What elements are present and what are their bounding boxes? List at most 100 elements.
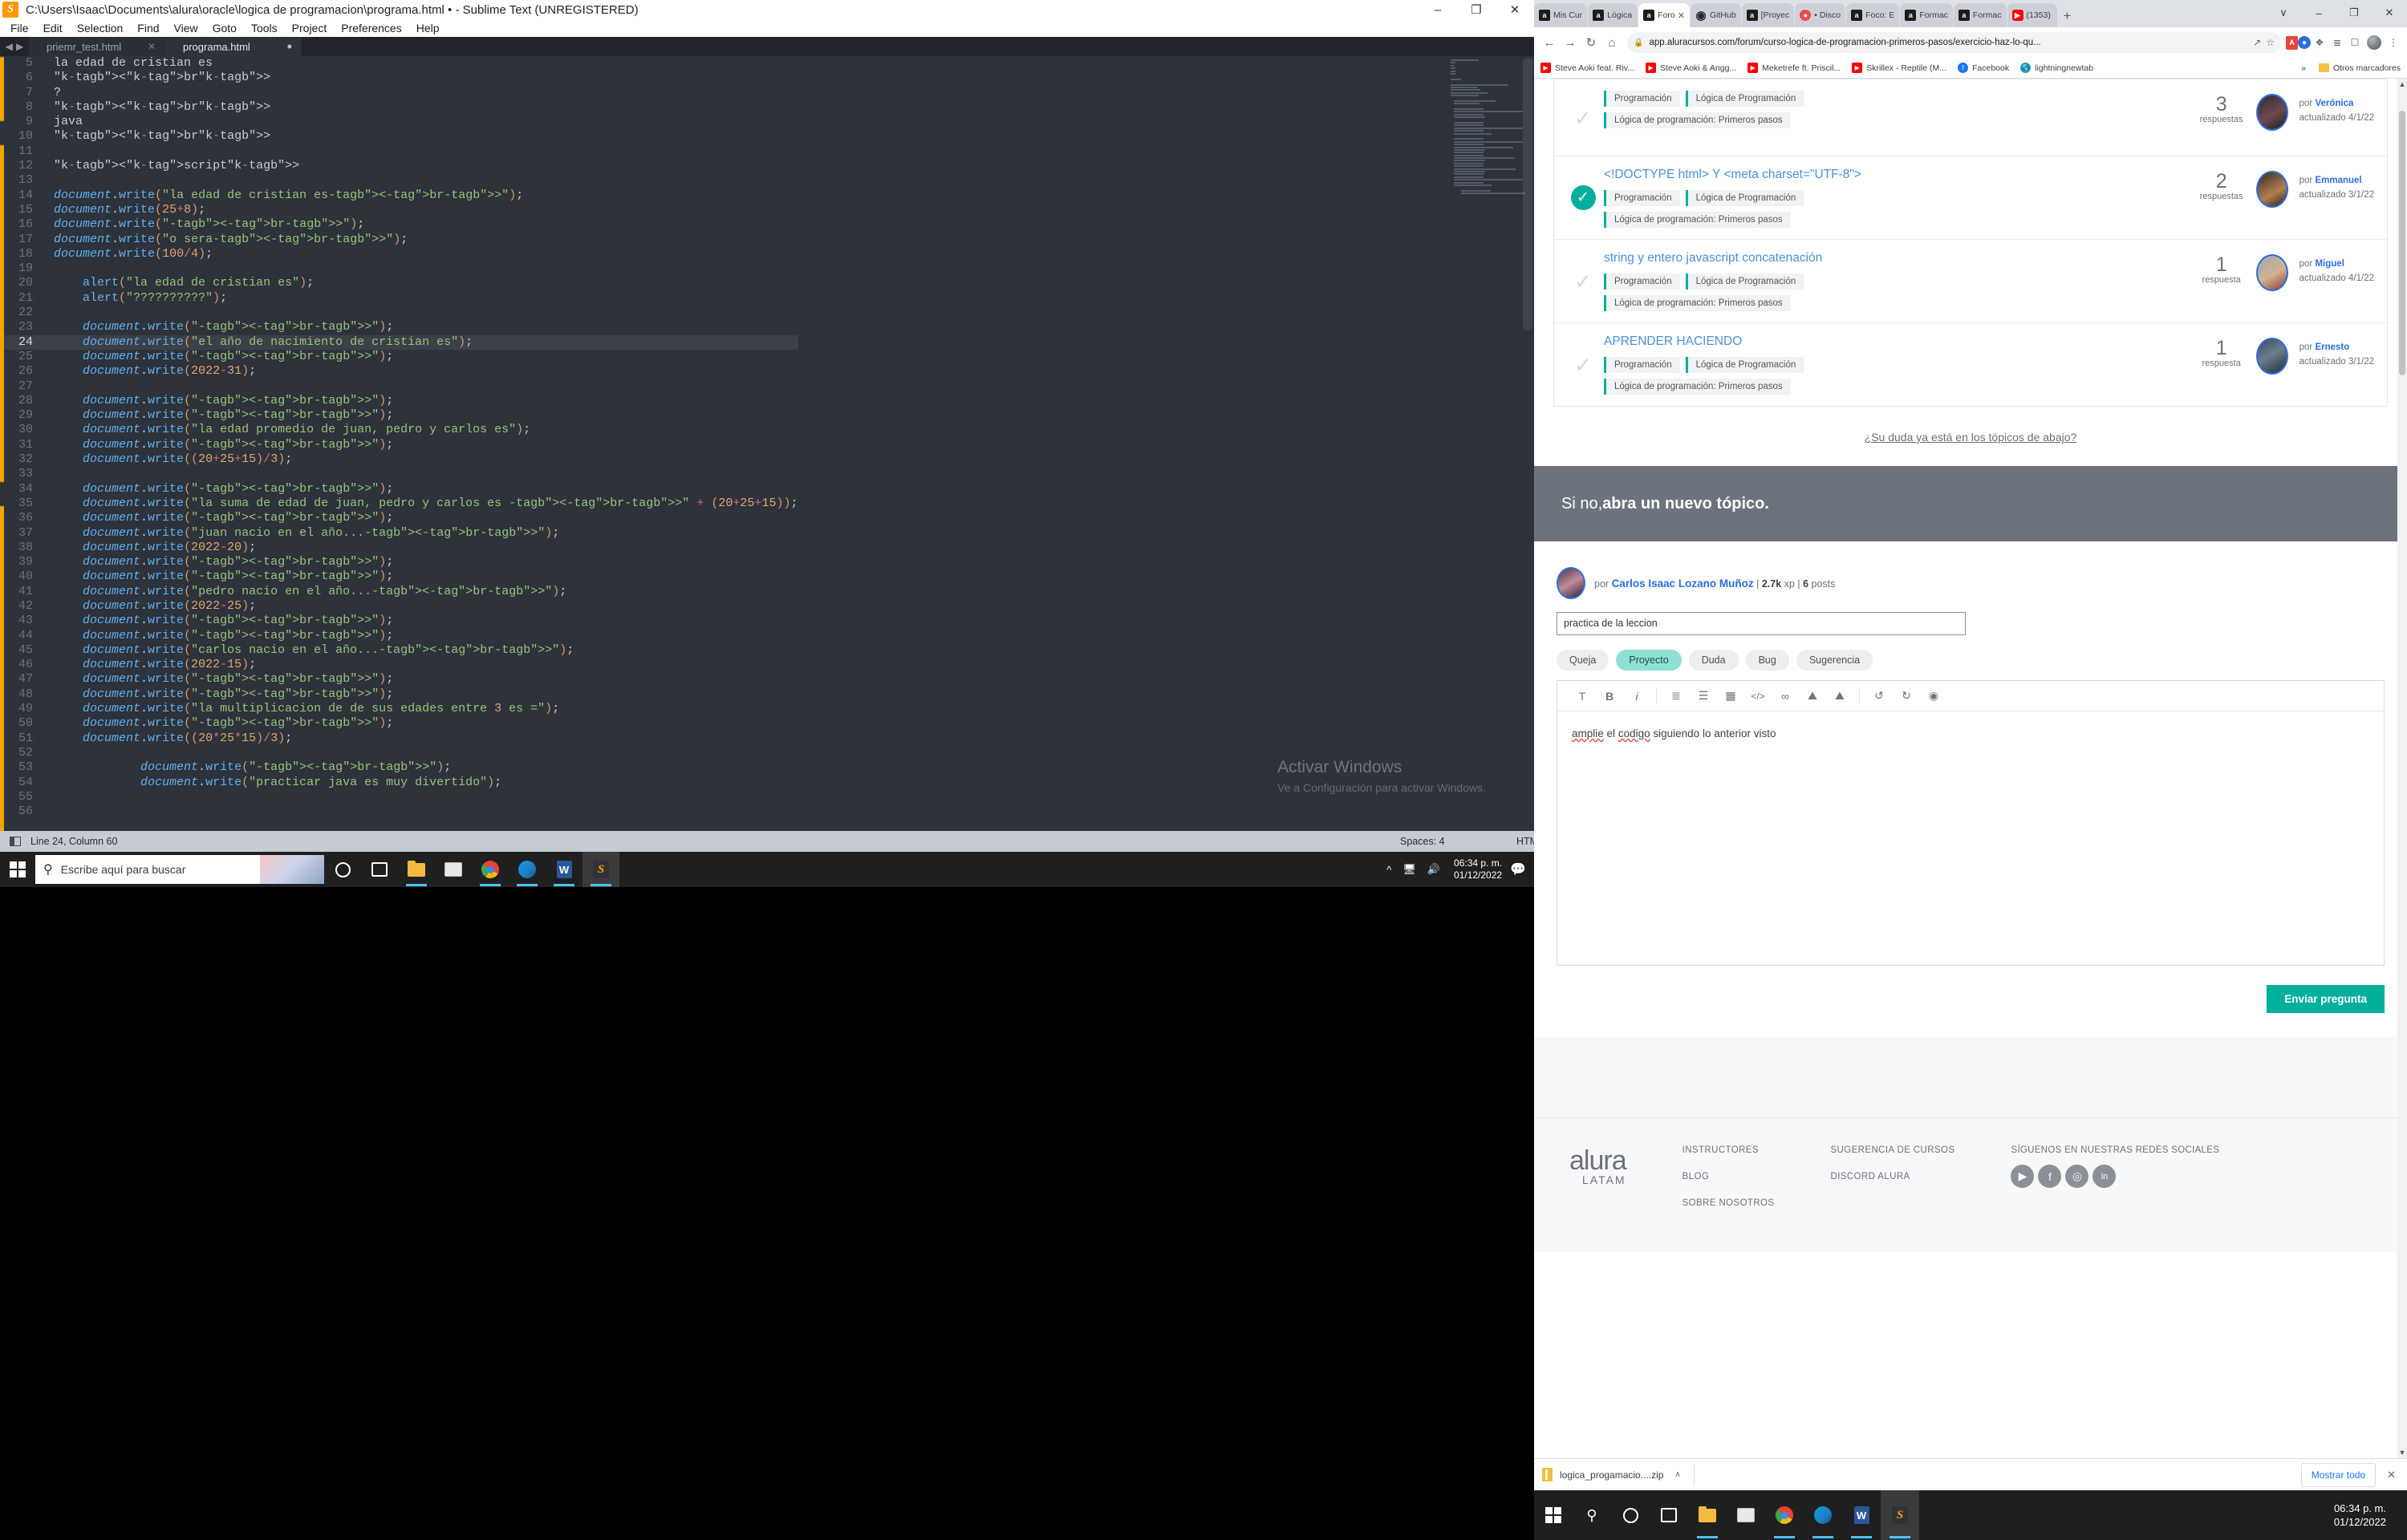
back-icon[interactable]: ← (1539, 32, 1560, 53)
menu-file[interactable]: File (4, 20, 35, 36)
table-row[interactable]: ✓ <!DOCTYPE html> Y <meta charset="UTF-8… (1554, 156, 2387, 240)
linkedin-icon[interactable]: in (2092, 1165, 2117, 1188)
author-name[interactable]: Miguel (2315, 259, 2344, 269)
avatar[interactable] (2255, 254, 2288, 291)
tag-programacion[interactable]: Programación (1604, 190, 1680, 206)
tag-programacion[interactable]: Programación (1604, 274, 1680, 290)
menu-edit[interactable]: Edit (37, 20, 69, 36)
bullet-list-icon[interactable]: ☰ (1690, 684, 1717, 708)
task-view-icon[interactable] (361, 852, 398, 887)
tag-curso[interactable]: Lógica de programación: Primeros pasos (1604, 379, 1791, 395)
tab-prev-icon[interactable]: ◀ (6, 41, 13, 52)
chrome-minimize-button[interactable]: – (2301, 1, 2336, 25)
menu-goto[interactable]: Goto (206, 20, 243, 36)
menu-find[interactable]: Find (131, 20, 165, 36)
image-icon[interactable]: ⛰ (1799, 684, 1826, 708)
notifications-icon[interactable]: 💬 (1510, 861, 1526, 877)
menu-view[interactable]: View (168, 20, 205, 36)
tag-logica[interactable]: Lógica de Programación (1685, 190, 1804, 206)
browser-tab-formacion-2[interactable]: a Formac (1953, 3, 2007, 27)
scroll-up-icon[interactable]: ▲ (2397, 79, 2407, 90)
sublime-maximize-button[interactable]: ❐ (1457, 0, 1496, 19)
menu-preferences[interactable]: Preferences (335, 20, 408, 36)
page-scrollbar[interactable]: ▲ ▼ (2397, 79, 2407, 1458)
sublime-code-editor[interactable]: 5 la edad de cristian es 6 "k-tagb"><"k-tag… (0, 56, 1534, 831)
edge-icon[interactable] (509, 852, 546, 887)
tag-logica[interactable]: Lógica de Programación (1685, 357, 1804, 373)
topic-title[interactable]: <!DOCTYPE html> Y <meta charset="UTF-8"> (1604, 168, 2198, 182)
footer-link-discord[interactable]: DISCORD ALURA (1830, 1172, 1954, 1181)
tray-expand-icon[interactable]: ^ (1386, 864, 1391, 876)
word-icon[interactable]: W (546, 852, 582, 887)
upload-image-icon[interactable]: ⛰ (1826, 684, 1853, 708)
browser-tab-logica[interactable]: a Lógica (1588, 3, 1638, 27)
chrome-maximize-button[interactable]: ❐ (2336, 1, 2372, 25)
mail-icon[interactable] (1727, 1490, 1765, 1540)
sidebar-icon[interactable]: ☐ (2346, 34, 2364, 51)
chrome-icon[interactable] (472, 852, 509, 887)
category-duda[interactable]: Duda (1688, 650, 1739, 671)
scroll-down-icon[interactable]: ▼ (2397, 1447, 2407, 1458)
download-file-name[interactable]: logica_progamacio....zip (1560, 1469, 1663, 1481)
browser-tab-discord[interactable]: ● • Disco (1795, 3, 1846, 27)
table-row[interactable]: ✓ Programación Lógica de Programación Ló… (1554, 79, 2387, 156)
browser-tab-youtube[interactable]: ▶ (1353) (2007, 3, 2057, 27)
topic-title[interactable]: string y entero javascript concatenación (1604, 251, 2198, 265)
menu-help[interactable]: Help (410, 20, 446, 36)
tag-programacion[interactable]: Programación (1604, 357, 1680, 373)
task-view-icon[interactable] (1650, 1490, 1688, 1540)
file-explorer-icon[interactable] (1688, 1490, 1727, 1540)
chrome-icon[interactable] (1765, 1490, 1804, 1540)
edge-icon[interactable] (1804, 1490, 1842, 1540)
category-proyecto[interactable]: Proyecto (1616, 650, 1682, 671)
bookmark-lightningnewtab[interactable]: 🌎 lightningnewtab (2020, 63, 2093, 73)
avatar[interactable] (2255, 338, 2288, 375)
pdf-extension-icon[interactable]: A (2286, 35, 2298, 50)
category-queja[interactable]: Queja (1557, 650, 1609, 671)
tab-nav-arrows[interactable]: ◀ ▶ (0, 37, 29, 56)
footer-link-sugerencia[interactable]: SUGERENCIA DE CURSOS (1830, 1145, 1954, 1155)
tab-next-icon[interactable]: ▶ (16, 41, 23, 52)
reading-list-icon[interactable]: ≣ (2328, 34, 2346, 51)
browser-tab-proyecto[interactable]: a [Proyec (1741, 3, 1795, 27)
chrome-close-button[interactable]: ✕ (2372, 1, 2407, 25)
chrome-menu-icon[interactable]: ⋮ (2385, 34, 2402, 51)
instagram-icon[interactable]: ◎ (2065, 1165, 2089, 1188)
author-name[interactable]: Verónica (2315, 99, 2353, 108)
youtube-icon[interactable]: ▶ (2011, 1165, 2035, 1188)
text-format-icon[interactable]: T (1569, 684, 1596, 708)
chevron-up-icon[interactable]: ∧ (1674, 1470, 1680, 1479)
taskbar-clock[interactable]: 06:34 p. m. 01/12/2022 (2334, 1502, 2386, 1529)
author-name[interactable]: Ernesto (2315, 342, 2349, 352)
author-name[interactable]: Emmanuel (2315, 176, 2361, 185)
topic-title[interactable]: APRENDER HACIENDO (1604, 334, 2198, 349)
poster-name[interactable]: Carlos Isaac Lozano Muñoz (1612, 578, 1754, 590)
avatar[interactable] (2255, 171, 2288, 208)
undo-icon[interactable]: ↺ (1865, 684, 1893, 708)
editor-vertical-scrollbar[interactable] (1523, 58, 1532, 330)
footer-link-sobre-nosotros[interactable]: SOBRE NOSOTROS (1682, 1198, 1775, 1208)
bookmark-skrillex[interactable]: ▶ Skrillex - Reptile (M... (1852, 63, 1946, 73)
bookmark-steve-aoki-riv[interactable]: ▶ Steve Aoki feat. Riv... (1540, 63, 1634, 73)
forward-icon[interactable]: → (1560, 32, 1581, 53)
sublime-tab-priemr-test[interactable]: priemr_test.html ✕ (29, 37, 165, 56)
table-row[interactable]: ✓ APRENDER HACIENDO Programación Lógica … (1554, 323, 2387, 406)
code-icon[interactable]: </> (1744, 684, 1772, 708)
tag-curso[interactable]: Lógica de programación: Primeros pasos (1604, 295, 1791, 311)
sublime-icon[interactable]: S (1881, 1490, 1919, 1540)
italic-icon[interactable]: i (1623, 684, 1650, 708)
cortana-icon[interactable] (1611, 1490, 1650, 1540)
network-icon[interactable]: 🖥 (1402, 863, 1416, 876)
link-icon[interactable]: ∞ (1772, 684, 1799, 708)
menu-tools[interactable]: Tools (245, 20, 284, 36)
close-icon[interactable]: ✕ (1678, 10, 1685, 21)
existing-topics-link[interactable]: ¿Su duda ya está en los tópicos de abajo… (1865, 431, 2077, 444)
word-icon[interactable]: W (1842, 1490, 1881, 1540)
tag-logica[interactable]: Lógica de Programación (1685, 274, 1804, 290)
facebook-icon[interactable]: f (2038, 1165, 2062, 1188)
scrollbar-thumb[interactable] (2399, 111, 2405, 375)
bookmark-star-icon[interactable]: ☆ (2266, 37, 2275, 48)
bookmark-facebook[interactable]: f Facebook (1957, 63, 2009, 73)
file-explorer-icon[interactable] (398, 852, 435, 887)
blue-extension-icon[interactable]: ● (2298, 36, 2311, 49)
